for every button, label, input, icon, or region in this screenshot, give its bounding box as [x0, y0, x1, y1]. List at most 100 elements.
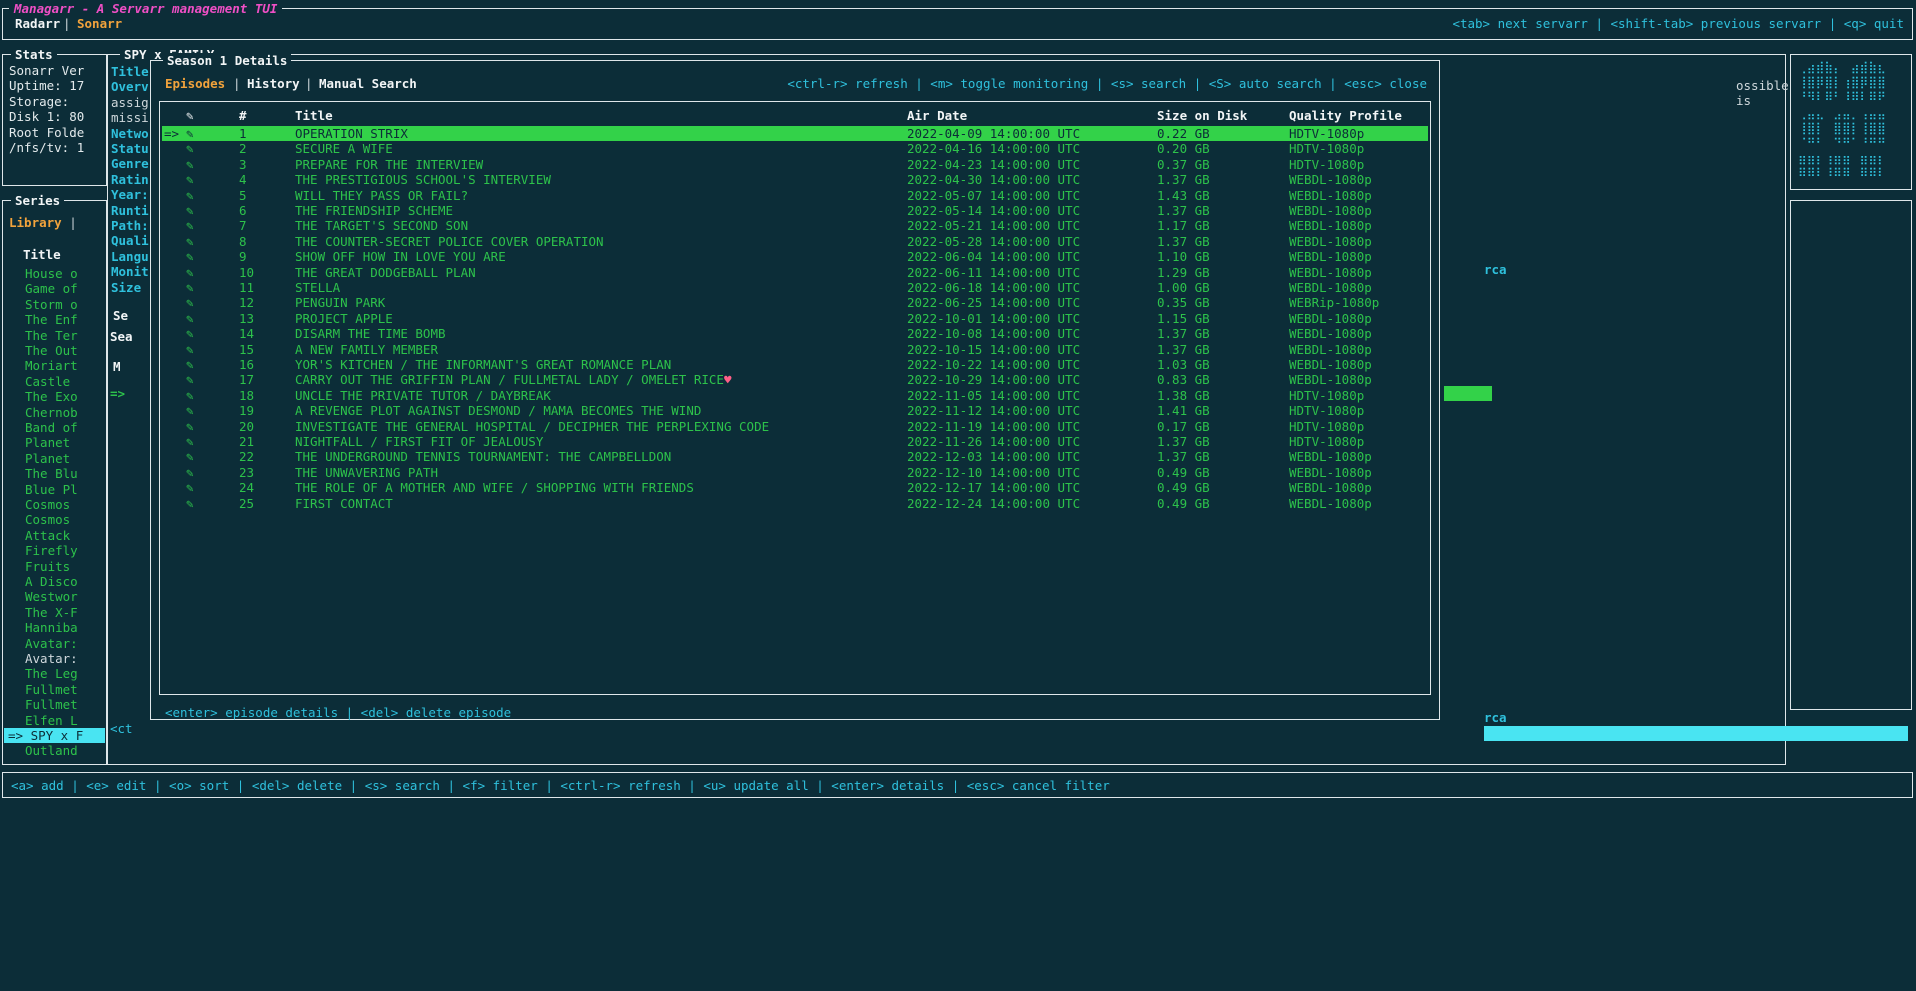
episode-row[interactable]: ✎14DISARM THE TIME BOMB2022-10-08 14:00:…	[162, 326, 1428, 341]
episode-row[interactable]: ✎3PREPARE FOR THE INTERVIEW2022-04-23 14…	[162, 157, 1428, 172]
edit-pencil-icon: ✎	[186, 218, 194, 233]
series-item[interactable]: The Blu	[4, 466, 105, 481]
series-item[interactable]: The Leg	[4, 666, 105, 681]
episode-title: FIRST CONTACT	[295, 496, 393, 511]
episode-row[interactable]: ✎2SECURE A WIFE2022-04-16 14:00:00 UTC0.…	[162, 141, 1428, 156]
edit-pencil-icon: ✎	[186, 311, 194, 326]
series-item[interactable]: Fullmet	[4, 682, 105, 697]
episode-row[interactable]: ✎20INVESTIGATE THE GENERAL HOSPITAL / DE…	[162, 419, 1428, 434]
series-item[interactable]: Fruits	[4, 559, 105, 574]
episode-quality-profile: WEBDL-1080p	[1289, 357, 1372, 372]
series-item[interactable]: The Enf	[4, 312, 105, 327]
stats-line: Root Folde	[9, 125, 104, 140]
stats-line: Uptime: 17	[9, 78, 104, 93]
episode-row[interactable]: ✎22THE UNDERGROUND TENNIS TOURNAMENT: TH…	[162, 449, 1428, 464]
series-item[interactable]: Moriart	[4, 358, 105, 373]
number-column-header: #	[239, 108, 247, 123]
edit-pencil-icon: ✎	[186, 265, 194, 280]
episode-row[interactable]: =>✎1OPERATION STRIX2022-04-09 14:00:00 U…	[162, 126, 1428, 141]
edit-pencil-icon: ✎	[186, 449, 194, 464]
episode-size: 1.37 GB	[1157, 234, 1210, 249]
episode-row[interactable]: ✎11STELLA2022-06-18 14:00:00 UTC1.00 GBW…	[162, 280, 1428, 295]
episode-row[interactable]: ✎18UNCLE THE PRIVATE TUTOR / DAYBREAK202…	[162, 388, 1428, 403]
episode-air-date: 2022-05-14 14:00:00 UTC	[907, 203, 1080, 218]
episode-number: 21	[239, 434, 254, 449]
edit-column-icon: ✎	[186, 108, 194, 123]
episode-row[interactable]: ✎15A NEW FAMILY MEMBER2022-10-15 14:00:0…	[162, 342, 1428, 357]
episode-title: THE UNDERGROUND TENNIS TOURNAMENT: THE C…	[295, 449, 671, 464]
series-item[interactable]: The Ter	[4, 328, 105, 343]
series-item[interactable]: Storm o	[4, 297, 105, 312]
episode-row[interactable]: ✎25FIRST CONTACT2022-12-24 14:00:00 UTC0…	[162, 496, 1428, 511]
episode-size: 1.37 GB	[1157, 342, 1210, 357]
series-title-column-header: Title	[23, 247, 61, 262]
episode-row[interactable]: ✎8THE COUNTER-SECRET POLICE COVER OPERAT…	[162, 234, 1428, 249]
episode-row[interactable]: ✎19A REVENGE PLOT AGAINST DESMOND / MAMA…	[162, 403, 1428, 418]
episode-air-date: 2022-10-15 14:00:00 UTC	[907, 342, 1080, 357]
series-item[interactable]: Elfen L	[4, 713, 105, 728]
episode-row[interactable]: ✎5WILL THEY PASS OR FAIL?2022-05-07 14:0…	[162, 188, 1428, 203]
library-tab-suffix: |	[62, 215, 77, 230]
series-item[interactable]: Westwor	[4, 589, 105, 604]
tab-library[interactable]: Library |	[9, 215, 77, 230]
episode-row[interactable]: ✎24THE ROLE OF A MOTHER AND WIFE / SHOPP…	[162, 480, 1428, 495]
detail-field-fragment: Size	[111, 280, 149, 295]
series-item[interactable]: Attack	[4, 528, 105, 543]
series-item[interactable]: Cosmos	[4, 497, 105, 512]
episode-row[interactable]: ✎7THE TARGET'S SECOND SON2022-05-21 14:0…	[162, 218, 1428, 233]
episode-row[interactable]: ✎21NIGHTFALL / FIRST FIT OF JEALOUSY2022…	[162, 434, 1428, 449]
episode-row[interactable]: ✎23THE UNWAVERING PATH2022-12-10 14:00:0…	[162, 465, 1428, 480]
series-item[interactable]: Band of	[4, 420, 105, 435]
title-column-header: Title	[295, 108, 333, 123]
series-item[interactable]: Avatar:	[4, 636, 105, 651]
series-item[interactable]: House o	[4, 266, 105, 281]
episode-size: 1.37 GB	[1157, 434, 1210, 449]
episode-number: 19	[239, 403, 254, 418]
series-item[interactable]: The X-F	[4, 605, 105, 620]
episode-row[interactable]: ✎13PROJECT APPLE2022-10-01 14:00:00 UTC1…	[162, 311, 1428, 326]
heart-icon: ♥	[724, 372, 732, 387]
series-item[interactable]: Game of	[4, 281, 105, 296]
tab-manual-search[interactable]: Manual Search	[319, 76, 417, 91]
tab-history[interactable]: History	[247, 76, 300, 91]
tab-episodes[interactable]: Episodes	[165, 76, 225, 91]
popup-tab-separator-2: |	[305, 76, 313, 91]
series-item[interactable]: Fullmet	[4, 697, 105, 712]
edit-pencil-icon: ✎	[186, 496, 194, 511]
series-item[interactable]: Chernob	[4, 405, 105, 420]
episode-row[interactable]: ✎10THE GREAT DODGEBALL PLAN2022-06-11 14…	[162, 265, 1428, 280]
episode-title: SHOW OFF HOW IN LOVE YOU ARE	[295, 249, 506, 264]
episode-row[interactable]: ✎6THE FRIENDSHIP SCHEME2022-05-14 14:00:…	[162, 203, 1428, 218]
series-item[interactable]: Castle	[4, 374, 105, 389]
season-popup-help: <ctrl-r> refresh | <m> toggle monitoring…	[787, 76, 1427, 91]
series-item[interactable]: Outland	[4, 743, 105, 758]
series-item[interactable]: Planet	[4, 451, 105, 466]
episode-quality-profile: HDTV-1080p	[1289, 434, 1364, 449]
series-item[interactable]: => SPY x F	[4, 728, 105, 743]
episode-row[interactable]: ✎17CARRY OUT THE GRIFFIN PLAN / FULLMETA…	[162, 372, 1428, 387]
episode-row[interactable]: ✎16YOR'S KITCHEN / THE INFORMANT'S GREAT…	[162, 357, 1428, 372]
series-item[interactable]: A Disco	[4, 574, 105, 589]
series-item[interactable]: Blue Pl	[4, 482, 105, 497]
series-item[interactable]: The Exo	[4, 389, 105, 404]
series-item[interactable]: Hanniba	[4, 620, 105, 635]
edit-pencil-icon: ✎	[186, 141, 194, 156]
episode-quality-profile: WEBDL-1080p	[1289, 480, 1372, 495]
series-item[interactable]: Cosmos	[4, 512, 105, 527]
tab-radarr[interactable]: Radarr	[15, 16, 60, 31]
episode-row[interactable]: ✎12PENGUIN PARK2022-06-25 14:00:00 UTC0.…	[162, 295, 1428, 310]
episode-row[interactable]: ✎9SHOW OFF HOW IN LOVE YOU ARE2022-06-04…	[162, 249, 1428, 264]
series-item[interactable]: Avatar:	[4, 651, 105, 666]
episode-size: 0.83 GB	[1157, 372, 1210, 387]
series-item[interactable]: Planet	[4, 435, 105, 450]
episode-row[interactable]: ✎4THE PRESTIGIOUS SCHOOL'S INTERVIEW2022…	[162, 172, 1428, 187]
series-item[interactable]: Firefly	[4, 543, 105, 558]
episode-quality-profile: WEBDL-1080p	[1289, 311, 1372, 326]
library-tab-label: Library	[9, 215, 62, 230]
episode-quality-profile: HDTV-1080p	[1289, 388, 1364, 403]
episode-title: DISARM THE TIME BOMB	[295, 326, 446, 341]
selected-row-marker: =>	[164, 126, 179, 141]
series-commands-help: <a> add | <e> edit | <o> sort | <del> de…	[11, 778, 1110, 793]
tab-sonarr[interactable]: Sonarr	[77, 16, 122, 31]
series-item[interactable]: The Out	[4, 343, 105, 358]
